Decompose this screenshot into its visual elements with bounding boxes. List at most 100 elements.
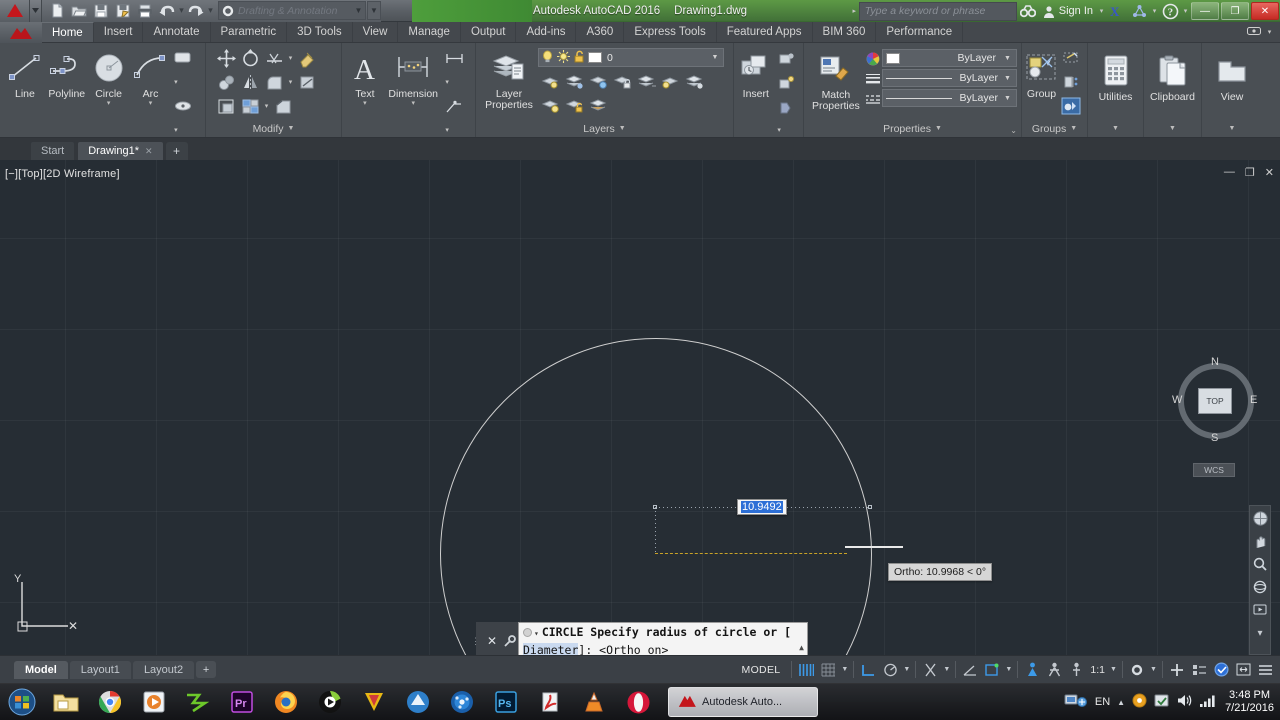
layer-previous-icon[interactable] bbox=[634, 69, 658, 93]
linetype-property-combo[interactable]: ByLayer ▼ bbox=[881, 89, 1017, 107]
infocenter-caret-icon[interactable]: ▸ bbox=[850, 7, 859, 15]
view-cube-south-label[interactable]: S bbox=[1211, 432, 1218, 444]
tab-insert[interactable]: Insert bbox=[94, 22, 144, 42]
tab-3d-tools[interactable]: 3D Tools bbox=[287, 22, 353, 42]
new-file-tab-button[interactable]: + bbox=[165, 142, 188, 160]
layer-unisolate-icon[interactable] bbox=[658, 69, 682, 93]
chevron-down-icon[interactable]: ▼ bbox=[288, 125, 295, 132]
chevron-down-icon[interactable]: ▼ bbox=[1070, 125, 1077, 132]
annotation-dimension-dropdown[interactable]: ▾ bbox=[411, 100, 415, 107]
vlc-icon[interactable] bbox=[572, 684, 616, 720]
stretch-icon[interactable] bbox=[214, 94, 238, 118]
chevron-down-icon[interactable]: ▼ bbox=[1229, 125, 1236, 132]
rotate-icon[interactable] bbox=[238, 46, 262, 70]
edit-attribute-icon[interactable] bbox=[775, 70, 799, 94]
block-editor-icon[interactable] bbox=[775, 94, 799, 118]
trim-dropdown[interactable]: ▾ bbox=[286, 46, 295, 70]
layout-tab-layout1[interactable]: Layout1 bbox=[69, 660, 131, 679]
mirror-icon[interactable] bbox=[238, 70, 262, 94]
draw-polyline-button[interactable]: Polyline bbox=[46, 46, 88, 100]
command-history-expand-icon[interactable]: ▲ bbox=[799, 640, 804, 656]
snap-mode-icon[interactable] bbox=[817, 656, 839, 684]
binoculars-icon[interactable] bbox=[1017, 0, 1039, 22]
trim-icon[interactable] bbox=[262, 46, 286, 70]
panel-utilities-title[interactable]: ▼ bbox=[1088, 120, 1143, 137]
layer-merge-icon[interactable] bbox=[586, 93, 610, 117]
blu-ray-icon[interactable] bbox=[440, 684, 484, 720]
customization-plus-icon[interactable] bbox=[1166, 656, 1188, 684]
erase-icon[interactable] bbox=[295, 46, 319, 70]
application-menu-caret[interactable] bbox=[30, 0, 42, 22]
clipboard-button[interactable]: Clipboard bbox=[1149, 49, 1197, 103]
orbit-icon[interactable] bbox=[1252, 579, 1268, 595]
move-icon[interactable] bbox=[214, 46, 238, 70]
view-cube-north-label[interactable]: N bbox=[1211, 356, 1219, 368]
tab-express-tools[interactable]: Express Tools bbox=[624, 22, 717, 42]
draw-circle-dropdown[interactable]: ▾ bbox=[107, 100, 111, 107]
layout-tab-layout2[interactable]: Layout2 bbox=[132, 660, 195, 679]
layer-thaw-icon[interactable] bbox=[682, 69, 706, 93]
dynamic-input-icon[interactable] bbox=[1021, 656, 1043, 684]
annotation-text-button[interactable]: A Text ▾ bbox=[346, 46, 384, 107]
view-cube-east-label[interactable]: E bbox=[1250, 394, 1257, 406]
insert-block-button[interactable]: Insert bbox=[737, 46, 775, 100]
isolate-objects-icon[interactable] bbox=[1188, 656, 1210, 684]
maximize-button[interactable]: ❐ bbox=[1221, 2, 1249, 20]
tab-view[interactable]: View bbox=[353, 22, 399, 42]
qat-customize-button[interactable]: ▼ bbox=[367, 1, 381, 20]
tray-orange-icon[interactable] bbox=[1132, 693, 1147, 711]
tab-parametric[interactable]: Parametric bbox=[211, 22, 288, 42]
panel-clipboard-title[interactable]: ▼ bbox=[1144, 120, 1201, 137]
autodesk-exchange-icon[interactable]: X bbox=[1106, 0, 1128, 22]
save-icon[interactable] bbox=[90, 1, 112, 21]
workspace-switch-icon[interactable] bbox=[1126, 656, 1148, 684]
pan-icon[interactable] bbox=[1252, 533, 1268, 549]
viewport-close-icon[interactable]: ✕ bbox=[1265, 166, 1274, 179]
tab-manage[interactable]: Manage bbox=[398, 22, 461, 42]
group-button[interactable]: Group bbox=[1024, 46, 1059, 100]
chevron-down-icon[interactable]: ▼ bbox=[1002, 95, 1013, 102]
chevron-down-icon[interactable]: ▼ bbox=[1002, 55, 1013, 62]
osnap-dropdown-icon[interactable]: ▼ bbox=[941, 656, 952, 684]
utilities-button[interactable]: Utilities bbox=[1092, 49, 1139, 103]
customization-menu-icon[interactable] bbox=[1254, 656, 1276, 684]
tab-add-ins[interactable]: Add-ins bbox=[516, 22, 577, 42]
explode-icon[interactable] bbox=[295, 70, 319, 94]
tab-bim-360[interactable]: BIM 360 bbox=[813, 22, 877, 42]
close-icon[interactable]: ✕ bbox=[145, 146, 153, 157]
panel-groups-title[interactable]: Groups ▼ bbox=[1022, 120, 1087, 137]
view-cube-west-label[interactable]: W bbox=[1172, 394, 1182, 406]
print-icon[interactable] bbox=[134, 1, 156, 21]
minimize-button[interactable]: — bbox=[1191, 2, 1219, 20]
rectangle-icon[interactable] bbox=[171, 46, 195, 70]
drawing-canvas[interactable]: [−][Top][2D Wireframe] — ❐ ✕ 10.9492 Ort… bbox=[0, 160, 1280, 655]
camtasia-icon[interactable] bbox=[176, 684, 220, 720]
chamfer-icon[interactable] bbox=[271, 94, 295, 118]
panel-properties-title[interactable]: Properties ▼ ⌄ bbox=[804, 120, 1021, 137]
lineweight-display-icon[interactable] bbox=[1043, 656, 1065, 684]
lightbulb-icon[interactable] bbox=[541, 50, 554, 66]
hardware-accel-icon[interactable] bbox=[1210, 656, 1232, 684]
lineweight-icon[interactable] bbox=[864, 73, 882, 85]
search-input[interactable]: Type a keyword or phrase bbox=[858, 1, 1017, 21]
transparency-icon[interactable] bbox=[1065, 656, 1087, 684]
volume-icon[interactable] bbox=[1176, 693, 1192, 711]
opera-icon[interactable] bbox=[616, 684, 660, 720]
copy-icon[interactable] bbox=[214, 70, 238, 94]
viewport-controls-label[interactable]: [−][Top][2D Wireframe] bbox=[5, 168, 120, 180]
ellipse-icon[interactable] bbox=[171, 94, 195, 118]
chevron-down-icon[interactable]: ▼ bbox=[1002, 75, 1013, 82]
fullscreen-icon[interactable] bbox=[1232, 656, 1254, 684]
ribbon-display-caret-icon[interactable]: ▾ bbox=[1265, 28, 1274, 36]
draw-arc-dropdown[interactable]: ▾ bbox=[149, 100, 153, 107]
chevron-down-icon[interactable]: ▼ bbox=[935, 125, 942, 132]
osnap-tracking-icon[interactable] bbox=[959, 656, 981, 684]
polar-tracking-icon[interactable] bbox=[879, 656, 901, 684]
layer-properties-button[interactable]: Layer Properties bbox=[480, 46, 538, 111]
annotation-scale-dropdown-icon[interactable]: ▼ bbox=[1108, 656, 1119, 684]
windows-start-icon[interactable] bbox=[0, 684, 44, 720]
tray-update-icon[interactable] bbox=[1154, 693, 1169, 711]
clock[interactable]: 3:48 PM 7/21/2016 bbox=[1223, 689, 1274, 715]
network-sharing-icon[interactable] bbox=[1064, 691, 1088, 714]
panel-modify-title[interactable]: Modify ▼ bbox=[206, 120, 341, 137]
